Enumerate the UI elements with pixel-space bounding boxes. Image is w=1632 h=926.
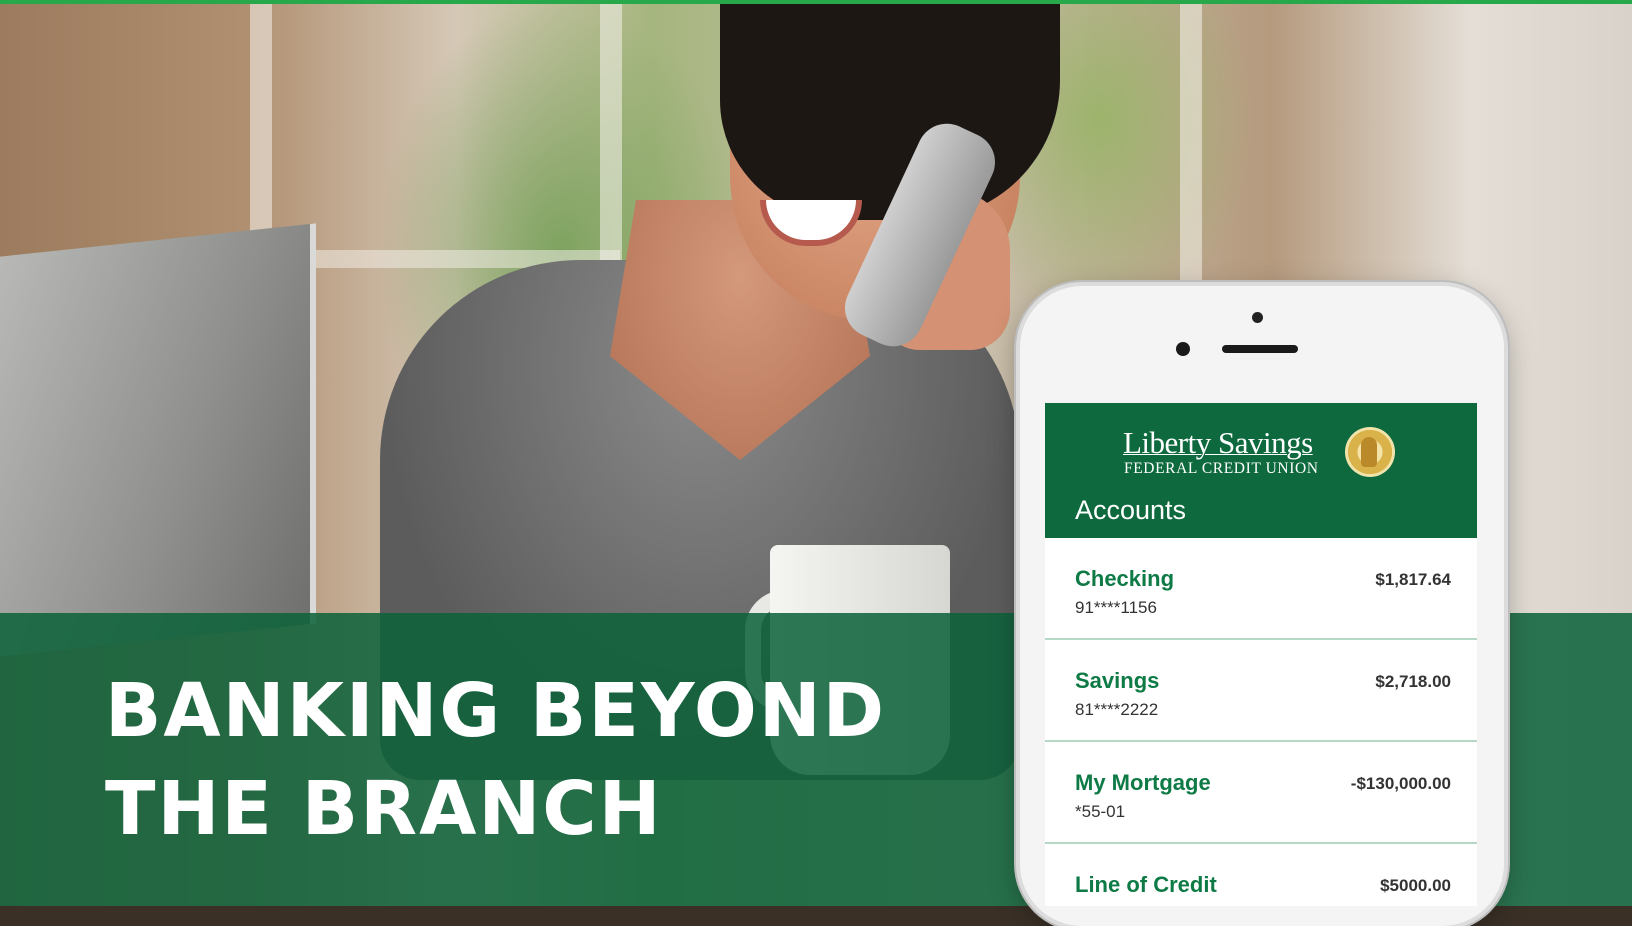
account-balance: -$130,000.00 (1350, 774, 1451, 793)
account-balance: $2,718.00 (1375, 672, 1451, 691)
headline-line-2: THE BRANCH (105, 766, 663, 852)
account-name: Checking (1075, 566, 1175, 591)
account-balance: $5000.00 (1380, 876, 1451, 895)
app-screen: Liberty Savings FEDERAL CREDIT UNION Acc… (1045, 403, 1477, 906)
account-number: 81****2222 (1075, 700, 1159, 719)
brand-subtitle: FEDERAL CREDIT UNION (1124, 460, 1319, 477)
account-number: 91****1156 (1075, 598, 1157, 617)
top-accent-line (0, 0, 1632, 4)
app-header: Liberty Savings FEDERAL CREDIT UNION Acc… (1045, 403, 1477, 538)
brand-name: Liberty Savings (1123, 425, 1313, 460)
headline: BANKING BEYOND THE BRANCH (105, 662, 886, 858)
account-row-savings[interactable]: Savings 81****2222 $2,718.00 (1045, 640, 1477, 742)
screen-title: Accounts (1075, 495, 1187, 525)
laptop (0, 223, 316, 657)
account-number: *55-01 (1075, 802, 1126, 821)
person-hair (720, 0, 1060, 220)
account-row-mortgage[interactable]: My Mortgage *55-01 -$130,000.00 (1045, 742, 1477, 844)
account-name: Savings (1075, 668, 1160, 693)
account-name: Line of Credit (1075, 872, 1217, 897)
front-camera-icon (1252, 312, 1263, 323)
sensor-icon (1176, 342, 1190, 356)
account-row-line-of-credit[interactable]: Line of Credit $5000.00 (1045, 844, 1477, 906)
account-row-checking[interactable]: Checking 91****1156 $1,817.64 (1045, 538, 1477, 640)
earpiece-speaker (1222, 345, 1298, 353)
account-name: My Mortgage (1075, 770, 1211, 795)
headline-line-1: BANKING BEYOND (105, 668, 887, 754)
seal-logo-icon (1345, 427, 1395, 477)
account-balance: $1,817.64 (1375, 570, 1451, 589)
